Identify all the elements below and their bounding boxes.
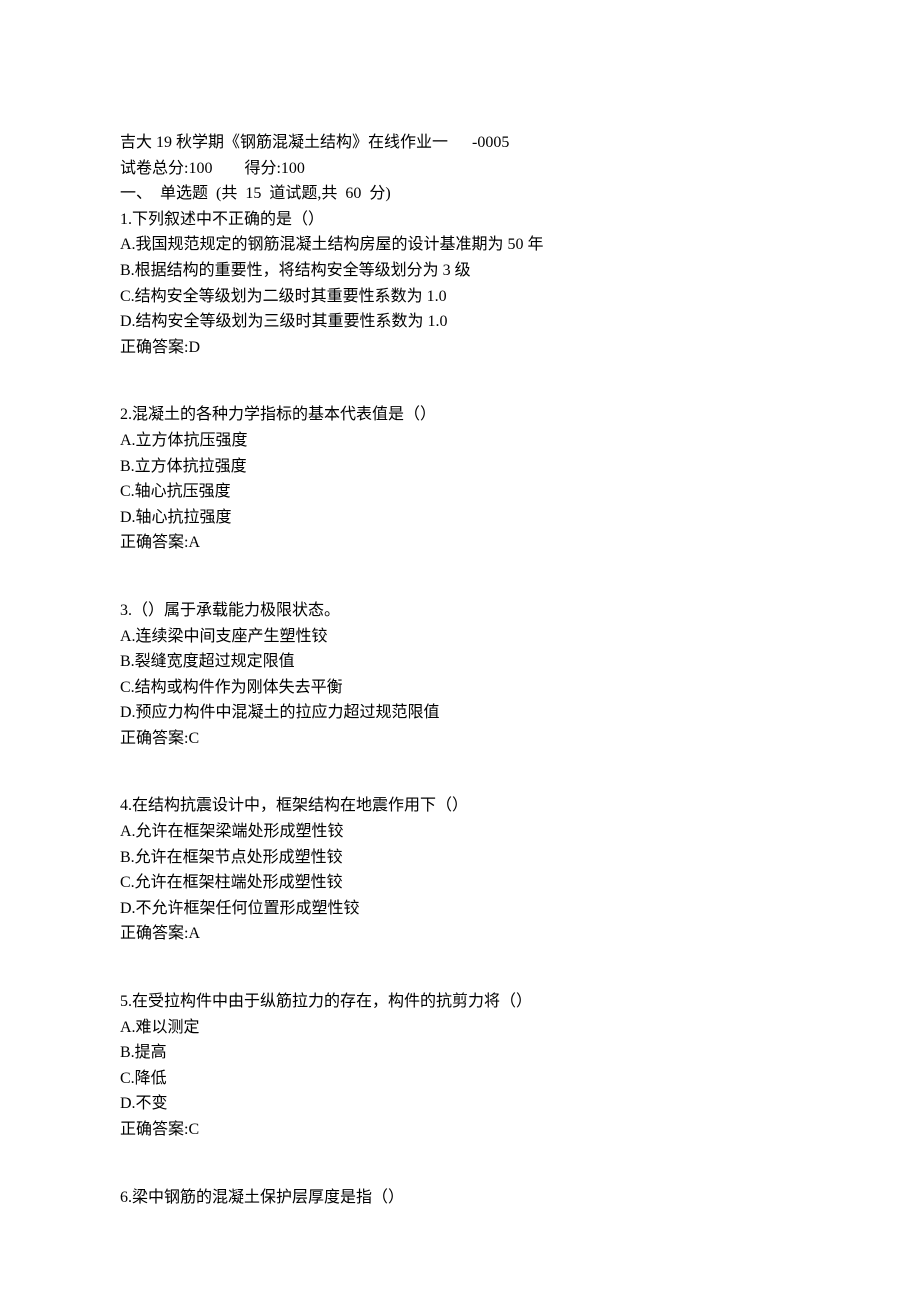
option-c: C.降低: [120, 1066, 800, 1092]
option-d: D.预应力构件中混凝土的拉应力超过规范限值: [120, 700, 800, 726]
option-c: C.允许在框架柱端处形成塑性铰: [120, 870, 800, 896]
question-stem: 2.混凝土的各种力学指标的基本代表值是（）: [120, 402, 800, 428]
question-block: 3.（）属于承载能力极限状态。 A.连续梁中间支座产生塑性铰 B.裂缝宽度超过规…: [120, 598, 800, 752]
question-stem: 1.下列叙述中不正确的是（）: [120, 207, 800, 233]
correct-answer: 正确答案:A: [120, 530, 800, 556]
option-a: A.我国规范规定的钢筋混凝土结构房屋的设计基准期为 50 年: [120, 232, 800, 258]
question-block: 6.梁中钢筋的混凝土保护层厚度是指（）: [120, 1185, 800, 1211]
option-b: B.允许在框架节点处形成塑性铰: [120, 845, 800, 871]
option-a: A.连续梁中间支座产生塑性铰: [120, 624, 800, 650]
option-a: A.难以测定: [120, 1015, 800, 1041]
document-page: 吉大 19 秋学期《钢筋混凝土结构》在线作业一 -0005 试卷总分:100 得…: [0, 0, 920, 1250]
option-a: A.立方体抗压强度: [120, 428, 800, 454]
question-stem: 5.在受拉构件中由于纵筋拉力的存在，构件的抗剪力将（）: [120, 989, 800, 1015]
question-block: 4.在结构抗震设计中，框架结构在地震作用下（） A.允许在框架梁端处形成塑性铰 …: [120, 793, 800, 947]
section-heading: 一、 单选题 (共 15 道试题,共 60 分): [120, 181, 800, 207]
option-a: A.允许在框架梁端处形成塑性铰: [120, 819, 800, 845]
option-b: B.立方体抗拉强度: [120, 454, 800, 480]
question-block: 2.混凝土的各种力学指标的基本代表值是（） A.立方体抗压强度 B.立方体抗拉强…: [120, 402, 800, 556]
question-stem: 6.梁中钢筋的混凝土保护层厚度是指（）: [120, 1185, 800, 1211]
option-c: C.结构安全等级划为二级时其重要性系数为 1.0: [120, 284, 800, 310]
question-block: 5.在受拉构件中由于纵筋拉力的存在，构件的抗剪力将（） A.难以测定 B.提高 …: [120, 989, 800, 1143]
option-b: B.裂缝宽度超过规定限值: [120, 649, 800, 675]
score-summary: 试卷总分:100 得分:100: [120, 156, 800, 182]
correct-answer: 正确答案:C: [120, 1117, 800, 1143]
header-block: 吉大 19 秋学期《钢筋混凝土结构》在线作业一 -0005 试卷总分:100 得…: [120, 130, 800, 360]
option-b: B.根据结构的重要性，将结构安全等级划分为 3 级: [120, 258, 800, 284]
option-c: C.结构或构件作为刚体失去平衡: [120, 675, 800, 701]
correct-answer: 正确答案:C: [120, 726, 800, 752]
question-stem: 4.在结构抗震设计中，框架结构在地震作用下（）: [120, 793, 800, 819]
option-d: D.不允许框架任何位置形成塑性铰: [120, 896, 800, 922]
option-b: B.提高: [120, 1040, 800, 1066]
option-d: D.不变: [120, 1091, 800, 1117]
doc-title: 吉大 19 秋学期《钢筋混凝土结构》在线作业一 -0005: [120, 130, 800, 156]
question-stem: 3.（）属于承载能力极限状态。: [120, 598, 800, 624]
correct-answer: 正确答案:D: [120, 335, 800, 361]
correct-answer: 正确答案:A: [120, 921, 800, 947]
option-d: D.轴心抗拉强度: [120, 505, 800, 531]
option-c: C.轴心抗压强度: [120, 479, 800, 505]
option-d: D.结构安全等级划为三级时其重要性系数为 1.0: [120, 309, 800, 335]
